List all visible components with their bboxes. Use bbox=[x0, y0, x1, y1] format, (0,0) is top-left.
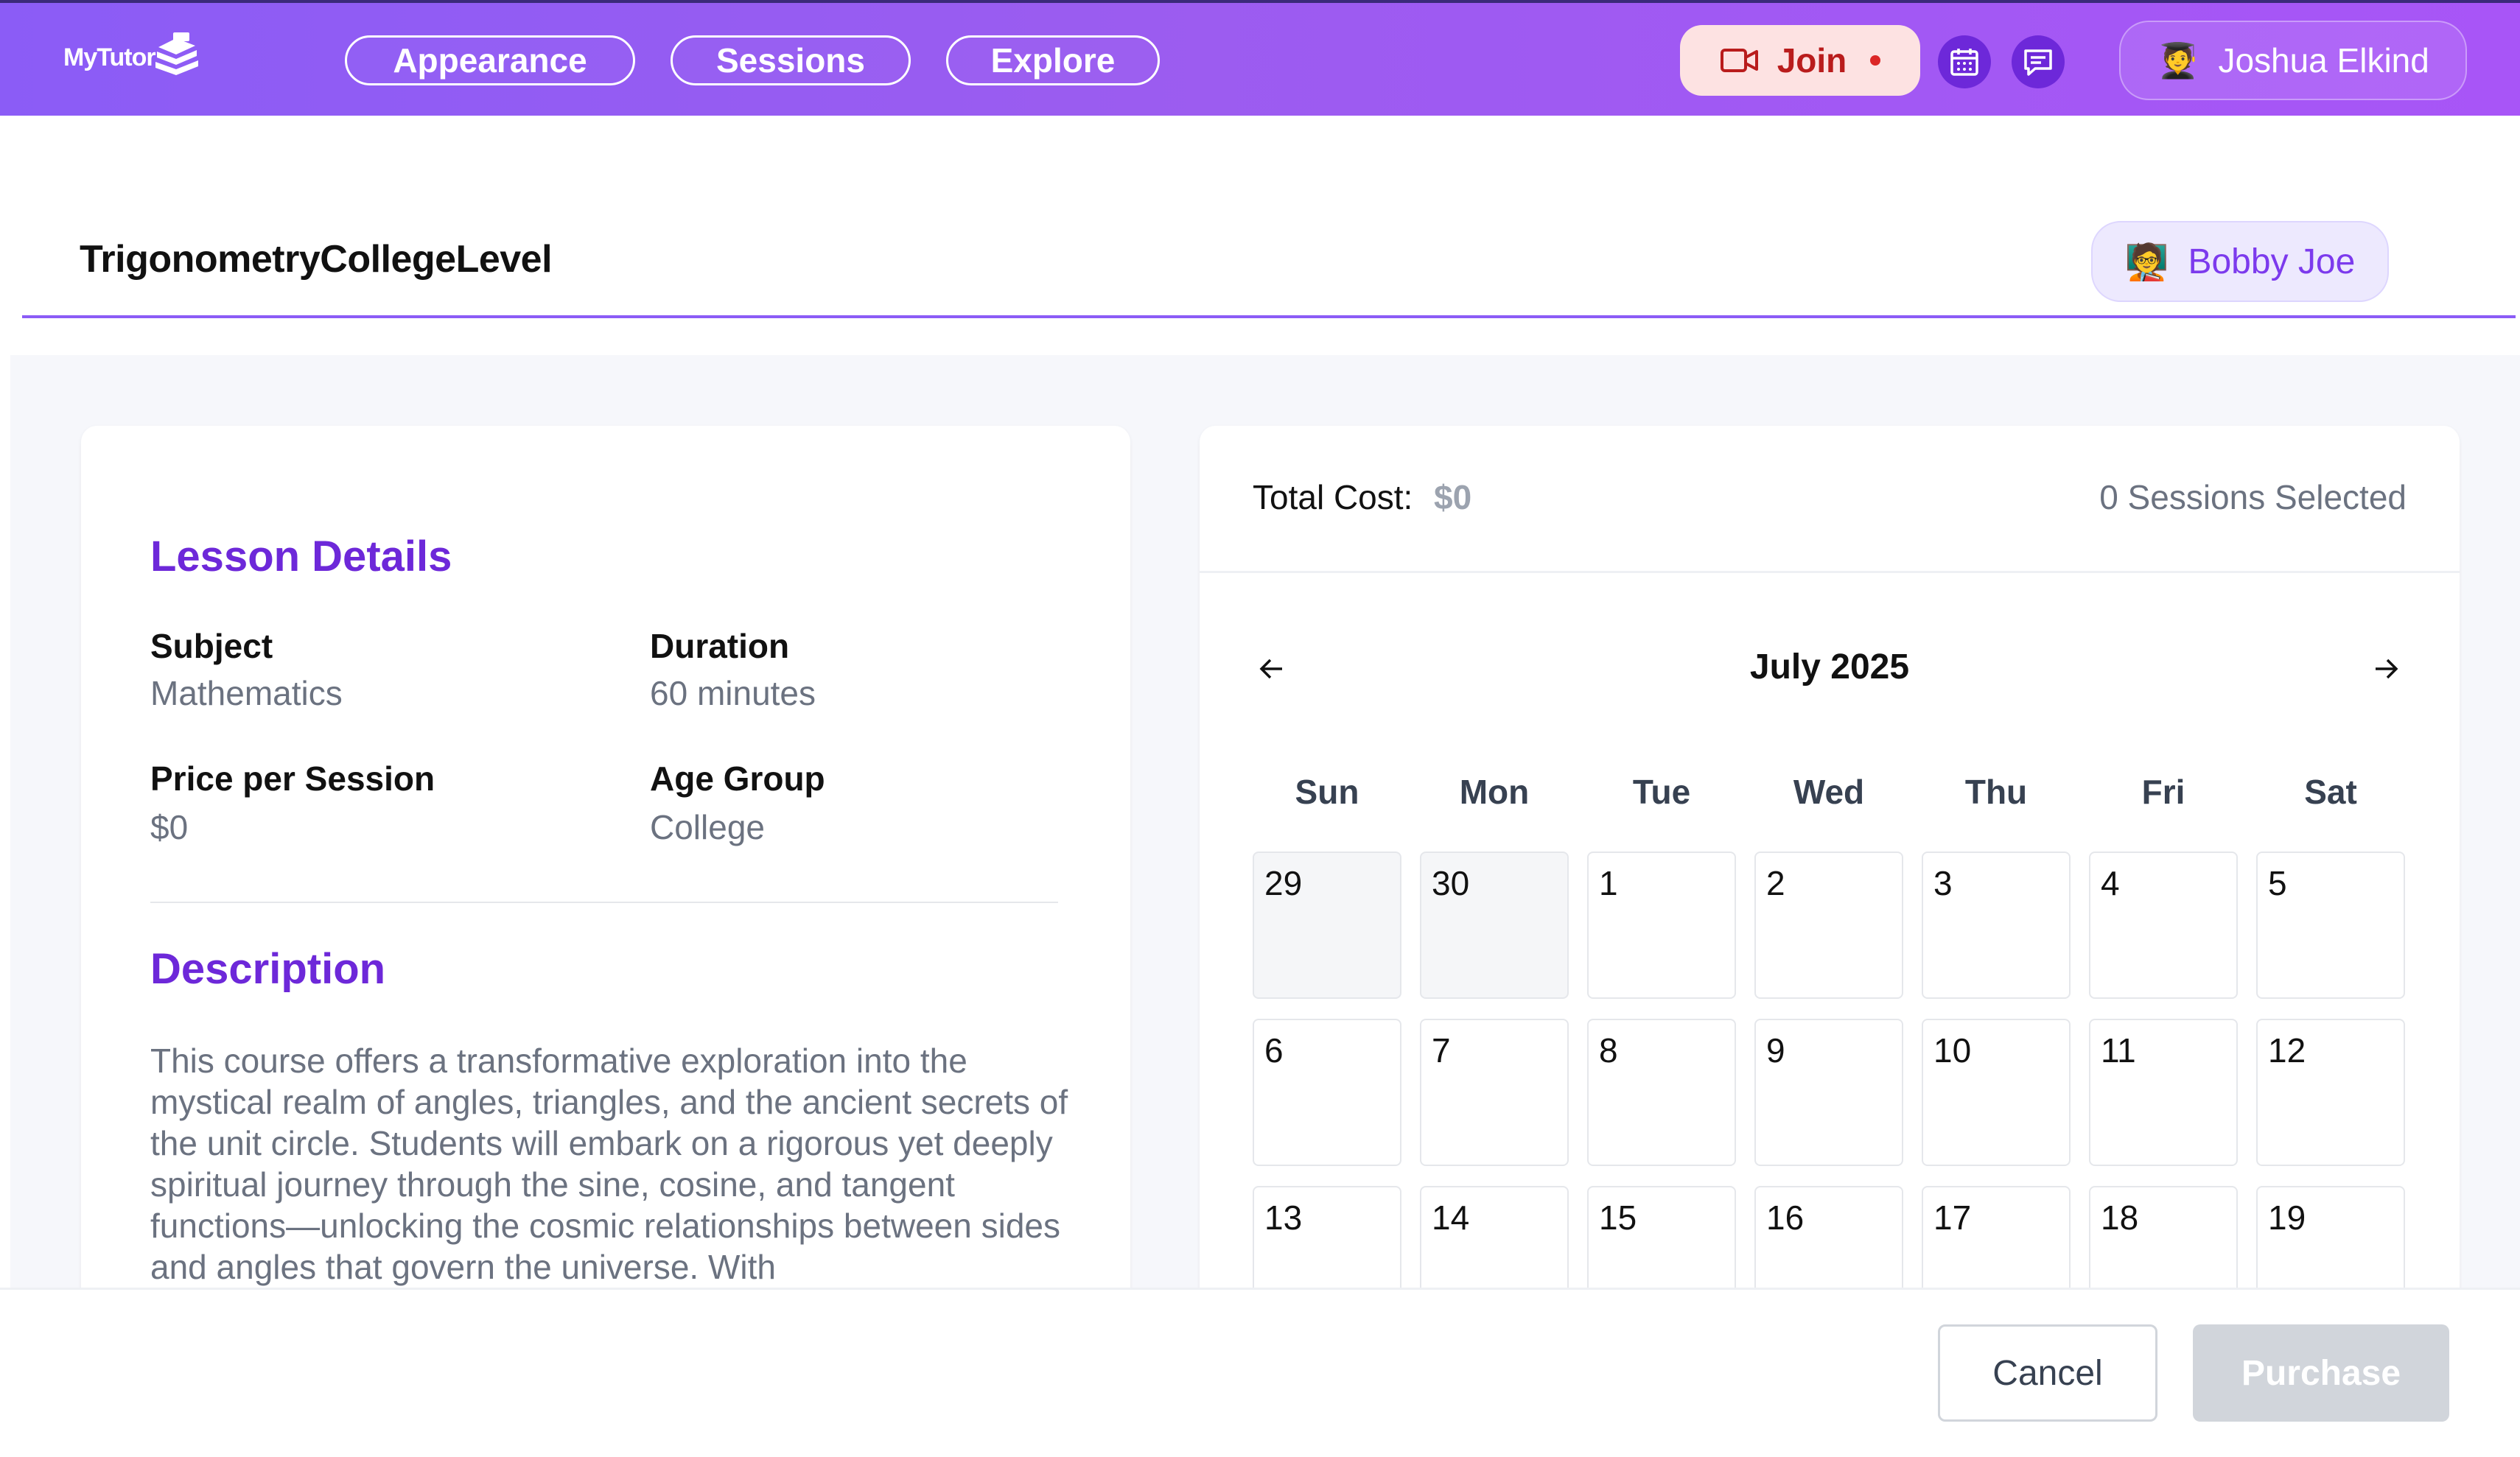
total-cost-label: Total Cost: bbox=[1253, 478, 1413, 516]
live-indicator-dot bbox=[1870, 55, 1881, 66]
messages-button[interactable] bbox=[2012, 35, 2065, 88]
calendar-day[interactable]: 29 bbox=[1253, 852, 1401, 999]
cost-summary: Total Cost: $0 0 Sessions Selected bbox=[1200, 426, 2460, 573]
previous-month-button[interactable] bbox=[1250, 647, 1294, 691]
calendar-day[interactable]: 8 bbox=[1587, 1019, 1736, 1166]
price-label: Price per Session bbox=[150, 759, 435, 798]
calendar-day[interactable]: 11 bbox=[2089, 1019, 2238, 1166]
subject-value: Mathematics bbox=[150, 674, 343, 712]
calendar-day[interactable]: 10 bbox=[1922, 1019, 2071, 1166]
weekday-sun: Sun bbox=[1295, 773, 1359, 811]
sessions-selected: 0 Sessions Selected bbox=[2099, 478, 2407, 516]
tutor-avatar: 🧑‍🏫 bbox=[2124, 241, 2169, 283]
nav-explore[interactable]: Explore bbox=[946, 35, 1160, 85]
description-heading: Description bbox=[150, 945, 386, 993]
books-logo-icon bbox=[155, 32, 198, 75]
header-divider bbox=[22, 315, 2516, 318]
calendar-day[interactable]: 3 bbox=[1922, 852, 2071, 999]
price-value: $0 bbox=[150, 808, 189, 846]
description-text: This course offers a transformative expl… bbox=[150, 1042, 1068, 1286]
logo-text: MyTutor bbox=[63, 43, 156, 71]
weekday-sat: Sat bbox=[2304, 773, 2357, 811]
calendar-day[interactable]: 1 bbox=[1587, 852, 1736, 999]
booking-card: Total Cost: $0 0 Sessions Selected July … bbox=[1200, 426, 2460, 1310]
calendar-month: July 2025 bbox=[1749, 647, 1910, 687]
video-camera-icon bbox=[1720, 49, 1758, 72]
calendar-day[interactable]: 2 bbox=[1754, 852, 1903, 999]
calendar-day[interactable]: 30 bbox=[1420, 852, 1569, 999]
join-button[interactable]: Join bbox=[1680, 25, 1920, 96]
chat-icon bbox=[2024, 49, 2052, 76]
calendar-day[interactable]: 9 bbox=[1754, 1019, 1903, 1166]
calendar-button[interactable] bbox=[1938, 35, 1991, 88]
weekday-mon: Mon bbox=[1459, 773, 1530, 811]
calendar-day[interactable]: 12 bbox=[2256, 1019, 2405, 1166]
age-group-label: Age Group bbox=[650, 759, 825, 798]
calendar-day[interactable]: 7 bbox=[1420, 1019, 1569, 1166]
purchase-button[interactable]: Purchase bbox=[2193, 1324, 2449, 1422]
page-title: TrigonometryCollegeLevel bbox=[80, 238, 553, 281]
total-cost-value: $0 bbox=[1434, 478, 1472, 516]
tutor-badge[interactable]: 🧑‍🏫 Bobby Joe bbox=[2091, 221, 2389, 302]
age-group-value: College bbox=[650, 808, 765, 846]
cancel-button[interactable]: Cancel bbox=[1938, 1324, 2157, 1422]
duration-label: Duration bbox=[650, 627, 790, 665]
lesson-details-card: Lesson Details Subject Mathematics Durat… bbox=[81, 426, 1130, 1310]
duration-value: 60 minutes bbox=[650, 674, 816, 712]
weekday-thu: Thu bbox=[1964, 773, 2028, 811]
weekday-fri: Fri bbox=[2141, 773, 2185, 811]
calendar-day[interactable]: 5 bbox=[2256, 852, 2405, 999]
user-avatar: 🧑‍🎓 bbox=[2157, 40, 2199, 80]
user-menu[interactable]: 🧑‍🎓 Joshua Elkind bbox=[2119, 21, 2467, 100]
details-divider bbox=[150, 902, 1058, 903]
tutor-name: Bobby Joe bbox=[2188, 242, 2356, 281]
arrow-left-icon bbox=[1259, 659, 1282, 679]
join-label: Join bbox=[1777, 41, 1847, 80]
lesson-details-heading: Lesson Details bbox=[150, 533, 452, 580]
nav-appearance[interactable]: Appearance bbox=[345, 35, 635, 85]
logo[interactable]: MyTutor bbox=[63, 32, 203, 78]
nav-sessions[interactable]: Sessions bbox=[671, 35, 911, 85]
arrow-right-icon bbox=[2376, 659, 2398, 679]
calendar-day[interactable]: 4 bbox=[2089, 852, 2238, 999]
next-month-button[interactable] bbox=[2364, 647, 2408, 691]
weekday-wed: Wed bbox=[1793, 773, 1865, 811]
weekday-tue: Tue bbox=[1632, 773, 1691, 811]
top-navigation-bar: MyTutor Appearance Sessions Explore Join bbox=[0, 0, 2520, 116]
subject-label: Subject bbox=[150, 627, 273, 665]
calendar-icon bbox=[1950, 49, 1978, 76]
user-name: Joshua Elkind bbox=[2218, 41, 2429, 80]
calendar-day[interactable]: 6 bbox=[1253, 1019, 1401, 1166]
